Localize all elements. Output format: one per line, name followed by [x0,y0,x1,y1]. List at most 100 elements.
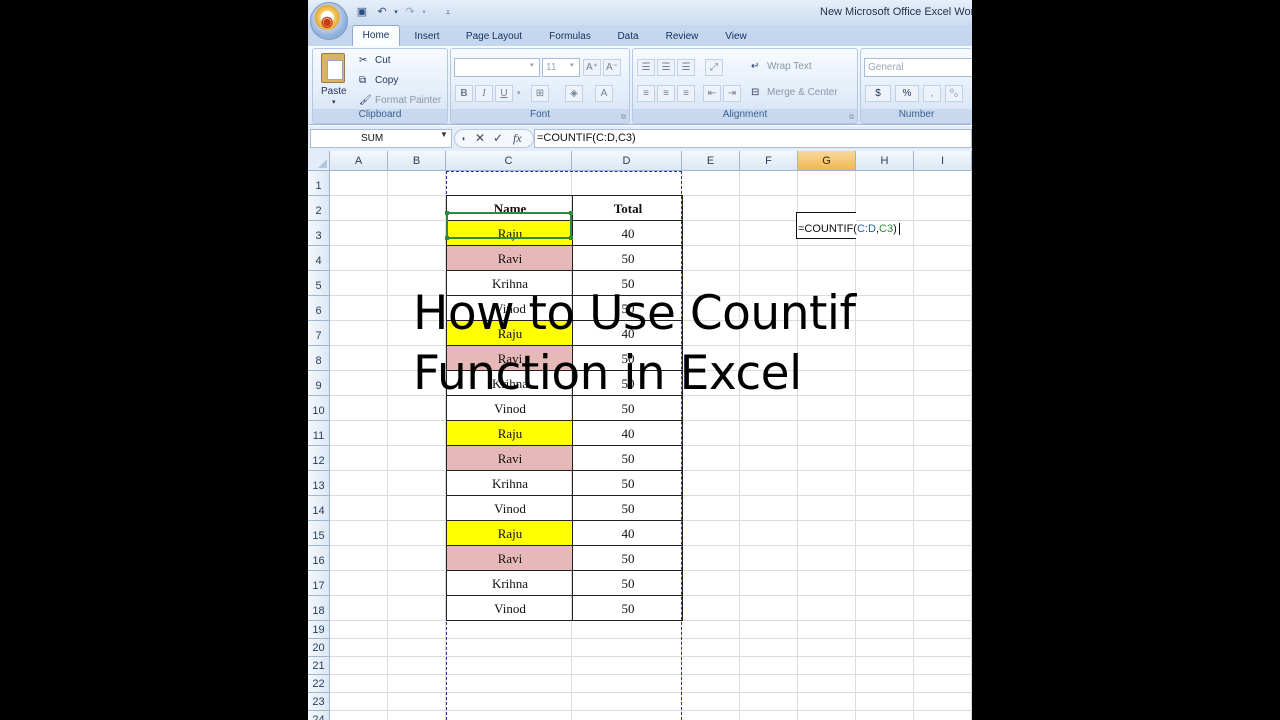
name-value-cell[interactable]: Raju [446,320,573,346]
column-header-g[interactable]: G [798,151,856,171]
tab-formulas[interactable]: Formulas [542,27,598,46]
percent-button[interactable]: % [895,85,919,102]
increase-indent-icon[interactable]: ⇥ [723,85,741,102]
enter-icon[interactable]: ✓ [493,131,503,145]
wrap-text-button[interactable]: Wrap Text [767,61,812,72]
total-value-cell[interactable]: 50 [572,270,683,296]
underline-button[interactable]: U [495,85,513,102]
merge-center-button[interactable]: Merge & Center [767,87,838,98]
number-format-select[interactable]: General [864,58,972,77]
office-button[interactable]: ◉ [310,2,348,40]
row-header-3[interactable]: 3 [308,221,330,246]
total-value-cell[interactable]: 50 [572,245,683,271]
row-header-15[interactable]: 15 [308,521,330,546]
tab-data[interactable]: Data [610,27,646,46]
name-value-cell[interactable]: Krihna [446,570,573,596]
column-header-a[interactable]: A [330,151,388,171]
total-value-cell[interactable]: 50 [572,470,683,496]
fill-color-icon[interactable]: ◈ [565,85,583,102]
row-header-18[interactable]: 18 [308,596,330,621]
align-right-icon[interactable]: ≡ [677,85,695,102]
paste-button[interactable]: Paste [321,86,347,97]
bold-button[interactable]: B [455,85,473,102]
cancel-icon[interactable]: ✕ [475,131,485,145]
row-header-1[interactable]: 1 [308,171,330,196]
customize-qat-icon[interactable]: ⩡ [440,5,456,20]
row-header-23[interactable]: 23 [308,693,330,711]
total-value-cell[interactable]: 50 [572,295,683,321]
align-center-icon[interactable]: ≡ [657,85,675,102]
top-align-icon[interactable]: ☰ [637,59,655,76]
paste-icon[interactable] [321,53,345,83]
column-header-d[interactable]: D [572,151,682,171]
header-total-cell[interactable]: Total [572,195,683,221]
row-header-20[interactable]: 20 [308,639,330,657]
row-header-22[interactable]: 22 [308,675,330,693]
name-value-cell[interactable]: Vinod [446,295,573,321]
total-value-cell[interactable]: 50 [572,345,683,371]
font-name-select[interactable] [454,58,540,77]
name-value-cell[interactable]: Raju [446,520,573,546]
formula-input[interactable]: =COUNTIF(C:D,C3) [534,129,972,148]
redo-dropdown-icon[interactable]: ▾ [416,5,432,20]
row-header-4[interactable]: 4 [308,246,330,271]
increase-decimal-icon[interactable]: ⁰₀ [945,85,963,102]
row-header-13[interactable]: 13 [308,471,330,496]
row-header-24[interactable]: 24 [308,711,330,720]
comma-style-icon[interactable]: , [923,85,941,102]
alignment-dialog-launcher-icon[interactable]: ⧉ [849,114,854,122]
tab-page-layout[interactable]: Page Layout [460,27,528,46]
total-value-cell[interactable]: 50 [572,395,683,421]
format-painter-button[interactable]: Format Painter [375,95,441,106]
row-header-16[interactable]: 16 [308,546,330,571]
column-header-b[interactable]: B [388,151,446,171]
select-all-button[interactable] [308,151,330,171]
name-value-cell[interactable]: Vinod [446,395,573,421]
row-header-7[interactable]: 7 [308,321,330,346]
row-header-21[interactable]: 21 [308,657,330,675]
italic-button[interactable]: I [475,85,493,102]
name-value-cell[interactable]: Krihna [446,270,573,296]
worksheet-grid[interactable]: ABCDEFGHI 1 2 3 4 5 6 7 8 9 10 11 12 13 14 15 16 17 18 19 2… [308,151,972,720]
orientation-icon[interactable]: ⤢ [705,59,723,76]
column-header-c[interactable]: C [446,151,572,171]
total-value-cell[interactable]: 40 [572,420,683,446]
row-header-5[interactable]: 5 [308,271,330,296]
save-icon[interactable]: ▣ [354,5,370,20]
name-value-cell[interactable]: Ravi [446,545,573,571]
insert-function-icon[interactable]: fx [513,131,522,146]
column-header-i[interactable]: I [914,151,972,171]
font-size-dropdown-icon[interactable]: ▾ [570,61,574,69]
column-header-h[interactable]: H [856,151,914,171]
total-value-cell[interactable]: 40 [572,320,683,346]
borders-icon[interactable]: ⊞ [531,85,549,102]
total-value-cell[interactable]: 50 [572,595,683,621]
cut-button[interactable]: Cut [375,55,391,66]
align-left-icon[interactable]: ≡ [637,85,655,102]
name-value-cell[interactable]: Krihna [446,370,573,396]
copy-button[interactable]: Copy [375,75,398,86]
total-value-cell[interactable]: 50 [572,545,683,571]
middle-align-icon[interactable]: ☰ [657,59,675,76]
cell-edit-formula[interactable]: =COUNTIF(C:D,C3) [798,223,900,235]
name-value-cell[interactable]: Vinod [446,495,573,521]
row-header-19[interactable]: 19 [308,621,330,639]
column-header-f[interactable]: F [740,151,798,171]
decrease-indent-icon[interactable]: ⇤ [703,85,721,102]
shrink-font-icon[interactable]: A⁻ [603,59,621,76]
font-name-dropdown-icon[interactable]: ▾ [530,61,534,69]
paste-dropdown-icon[interactable]: ▾ [332,98,336,106]
name-box-dropdown-icon[interactable]: ▼ [440,130,448,139]
tab-review[interactable]: Review [658,27,706,46]
name-value-cell[interactable]: Raju [446,220,573,246]
row-header-9[interactable]: 9 [308,371,330,396]
row-header-12[interactable]: 12 [308,446,330,471]
total-value-cell[interactable]: 40 [572,520,683,546]
tab-home[interactable]: Home [352,25,400,46]
row-header-11[interactable]: 11 [308,421,330,446]
total-value-cell[interactable]: 50 [572,570,683,596]
name-box[interactable]: SUM [310,129,452,148]
font-size-select[interactable]: 11 [542,58,580,77]
total-value-cell[interactable]: 50 [572,495,683,521]
row-header-8[interactable]: 8 [308,346,330,371]
